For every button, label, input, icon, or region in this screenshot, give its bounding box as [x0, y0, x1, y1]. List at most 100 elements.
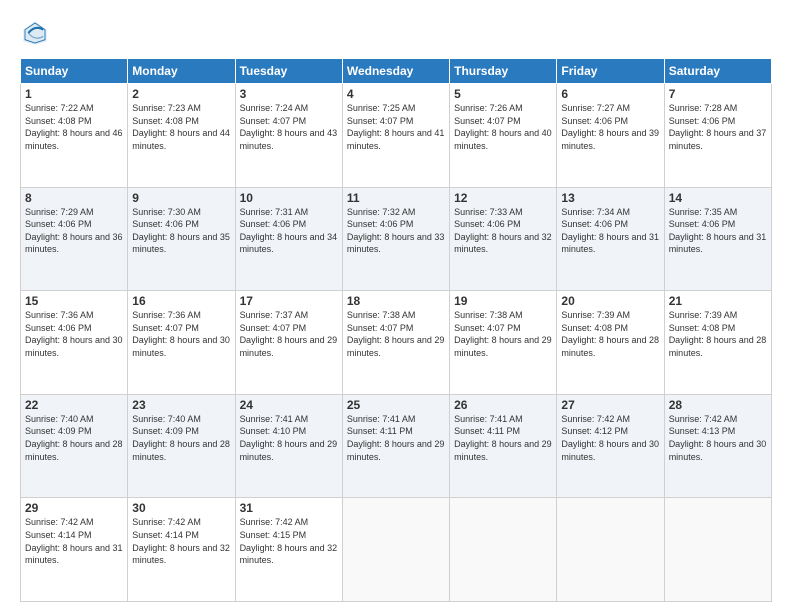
day-cell: 20 Sunrise: 7:39 AM Sunset: 4:08 PM Dayl…	[557, 291, 664, 395]
page: SundayMondayTuesdayWednesdayThursdayFrid…	[0, 0, 792, 612]
day-number: 30	[132, 501, 230, 515]
week-row-4: 22 Sunrise: 7:40 AM Sunset: 4:09 PM Dayl…	[21, 394, 772, 498]
day-info: Sunrise: 7:42 AM Sunset: 4:14 PM Dayligh…	[25, 516, 123, 566]
day-cell: 10 Sunrise: 7:31 AM Sunset: 4:06 PM Dayl…	[235, 187, 342, 291]
weekday-header: SundayMondayTuesdayWednesdayThursdayFrid…	[21, 59, 772, 84]
day-cell: 5 Sunrise: 7:26 AM Sunset: 4:07 PM Dayli…	[450, 84, 557, 188]
day-cell: 25 Sunrise: 7:41 AM Sunset: 4:11 PM Dayl…	[342, 394, 449, 498]
day-number: 16	[132, 294, 230, 308]
day-cell	[450, 498, 557, 602]
day-number: 17	[240, 294, 338, 308]
day-cell: 9 Sunrise: 7:30 AM Sunset: 4:06 PM Dayli…	[128, 187, 235, 291]
day-number: 2	[132, 87, 230, 101]
day-info: Sunrise: 7:26 AM Sunset: 4:07 PM Dayligh…	[454, 102, 552, 152]
day-cell: 15 Sunrise: 7:36 AM Sunset: 4:06 PM Dayl…	[21, 291, 128, 395]
day-cell	[342, 498, 449, 602]
day-number: 8	[25, 191, 123, 205]
week-row-3: 15 Sunrise: 7:36 AM Sunset: 4:06 PM Dayl…	[21, 291, 772, 395]
weekday-sunday: Sunday	[21, 59, 128, 84]
day-cell: 24 Sunrise: 7:41 AM Sunset: 4:10 PM Dayl…	[235, 394, 342, 498]
day-cell: 19 Sunrise: 7:38 AM Sunset: 4:07 PM Dayl…	[450, 291, 557, 395]
day-cell: 21 Sunrise: 7:39 AM Sunset: 4:08 PM Dayl…	[664, 291, 771, 395]
day-number: 15	[25, 294, 123, 308]
day-info: Sunrise: 7:22 AM Sunset: 4:08 PM Dayligh…	[25, 102, 123, 152]
day-cell: 17 Sunrise: 7:37 AM Sunset: 4:07 PM Dayl…	[235, 291, 342, 395]
day-info: Sunrise: 7:42 AM Sunset: 4:14 PM Dayligh…	[132, 516, 230, 566]
day-number: 11	[347, 191, 445, 205]
day-cell	[664, 498, 771, 602]
weekday-thursday: Thursday	[450, 59, 557, 84]
day-number: 22	[25, 398, 123, 412]
day-number: 13	[561, 191, 659, 205]
day-number: 23	[132, 398, 230, 412]
day-info: Sunrise: 7:42 AM Sunset: 4:15 PM Dayligh…	[240, 516, 338, 566]
day-number: 10	[240, 191, 338, 205]
day-cell: 28 Sunrise: 7:42 AM Sunset: 4:13 PM Dayl…	[664, 394, 771, 498]
day-number: 31	[240, 501, 338, 515]
day-cell: 23 Sunrise: 7:40 AM Sunset: 4:09 PM Dayl…	[128, 394, 235, 498]
day-info: Sunrise: 7:42 AM Sunset: 4:12 PM Dayligh…	[561, 413, 659, 463]
day-info: Sunrise: 7:29 AM Sunset: 4:06 PM Dayligh…	[25, 206, 123, 256]
day-info: Sunrise: 7:24 AM Sunset: 4:07 PM Dayligh…	[240, 102, 338, 152]
day-cell: 7 Sunrise: 7:28 AM Sunset: 4:06 PM Dayli…	[664, 84, 771, 188]
day-number: 9	[132, 191, 230, 205]
day-cell: 4 Sunrise: 7:25 AM Sunset: 4:07 PM Dayli…	[342, 84, 449, 188]
day-cell: 22 Sunrise: 7:40 AM Sunset: 4:09 PM Dayl…	[21, 394, 128, 498]
day-info: Sunrise: 7:28 AM Sunset: 4:06 PM Dayligh…	[669, 102, 767, 152]
day-cell: 6 Sunrise: 7:27 AM Sunset: 4:06 PM Dayli…	[557, 84, 664, 188]
day-info: Sunrise: 7:35 AM Sunset: 4:06 PM Dayligh…	[669, 206, 767, 256]
day-info: Sunrise: 7:42 AM Sunset: 4:13 PM Dayligh…	[669, 413, 767, 463]
header	[20, 18, 772, 48]
day-info: Sunrise: 7:39 AM Sunset: 4:08 PM Dayligh…	[561, 309, 659, 359]
day-number: 3	[240, 87, 338, 101]
day-cell: 8 Sunrise: 7:29 AM Sunset: 4:06 PM Dayli…	[21, 187, 128, 291]
day-cell: 29 Sunrise: 7:42 AM Sunset: 4:14 PM Dayl…	[21, 498, 128, 602]
day-cell: 16 Sunrise: 7:36 AM Sunset: 4:07 PM Dayl…	[128, 291, 235, 395]
day-number: 12	[454, 191, 552, 205]
week-row-5: 29 Sunrise: 7:42 AM Sunset: 4:14 PM Dayl…	[21, 498, 772, 602]
day-cell: 14 Sunrise: 7:35 AM Sunset: 4:06 PM Dayl…	[664, 187, 771, 291]
day-number: 6	[561, 87, 659, 101]
day-cell: 27 Sunrise: 7:42 AM Sunset: 4:12 PM Dayl…	[557, 394, 664, 498]
day-number: 25	[347, 398, 445, 412]
day-info: Sunrise: 7:34 AM Sunset: 4:06 PM Dayligh…	[561, 206, 659, 256]
day-info: Sunrise: 7:23 AM Sunset: 4:08 PM Dayligh…	[132, 102, 230, 152]
day-info: Sunrise: 7:33 AM Sunset: 4:06 PM Dayligh…	[454, 206, 552, 256]
day-number: 19	[454, 294, 552, 308]
day-info: Sunrise: 7:37 AM Sunset: 4:07 PM Dayligh…	[240, 309, 338, 359]
day-info: Sunrise: 7:27 AM Sunset: 4:06 PM Dayligh…	[561, 102, 659, 152]
weekday-friday: Friday	[557, 59, 664, 84]
day-info: Sunrise: 7:36 AM Sunset: 4:07 PM Dayligh…	[132, 309, 230, 359]
day-number: 28	[669, 398, 767, 412]
day-cell: 11 Sunrise: 7:32 AM Sunset: 4:06 PM Dayl…	[342, 187, 449, 291]
day-cell: 2 Sunrise: 7:23 AM Sunset: 4:08 PM Dayli…	[128, 84, 235, 188]
day-number: 26	[454, 398, 552, 412]
day-cell: 13 Sunrise: 7:34 AM Sunset: 4:06 PM Dayl…	[557, 187, 664, 291]
day-cell: 26 Sunrise: 7:41 AM Sunset: 4:11 PM Dayl…	[450, 394, 557, 498]
day-number: 7	[669, 87, 767, 101]
day-info: Sunrise: 7:41 AM Sunset: 4:10 PM Dayligh…	[240, 413, 338, 463]
day-cell: 12 Sunrise: 7:33 AM Sunset: 4:06 PM Dayl…	[450, 187, 557, 291]
day-number: 18	[347, 294, 445, 308]
day-number: 29	[25, 501, 123, 515]
day-info: Sunrise: 7:38 AM Sunset: 4:07 PM Dayligh…	[454, 309, 552, 359]
day-number: 1	[25, 87, 123, 101]
logo-icon	[20, 18, 50, 48]
day-info: Sunrise: 7:36 AM Sunset: 4:06 PM Dayligh…	[25, 309, 123, 359]
day-info: Sunrise: 7:40 AM Sunset: 4:09 PM Dayligh…	[25, 413, 123, 463]
day-info: Sunrise: 7:40 AM Sunset: 4:09 PM Dayligh…	[132, 413, 230, 463]
day-info: Sunrise: 7:25 AM Sunset: 4:07 PM Dayligh…	[347, 102, 445, 152]
weekday-saturday: Saturday	[664, 59, 771, 84]
day-cell: 30 Sunrise: 7:42 AM Sunset: 4:14 PM Dayl…	[128, 498, 235, 602]
day-number: 14	[669, 191, 767, 205]
weekday-wednesday: Wednesday	[342, 59, 449, 84]
week-row-2: 8 Sunrise: 7:29 AM Sunset: 4:06 PM Dayli…	[21, 187, 772, 291]
day-number: 5	[454, 87, 552, 101]
day-number: 20	[561, 294, 659, 308]
logo	[20, 18, 54, 48]
day-cell: 31 Sunrise: 7:42 AM Sunset: 4:15 PM Dayl…	[235, 498, 342, 602]
week-row-1: 1 Sunrise: 7:22 AM Sunset: 4:08 PM Dayli…	[21, 84, 772, 188]
day-cell: 18 Sunrise: 7:38 AM Sunset: 4:07 PM Dayl…	[342, 291, 449, 395]
day-info: Sunrise: 7:32 AM Sunset: 4:06 PM Dayligh…	[347, 206, 445, 256]
day-number: 4	[347, 87, 445, 101]
